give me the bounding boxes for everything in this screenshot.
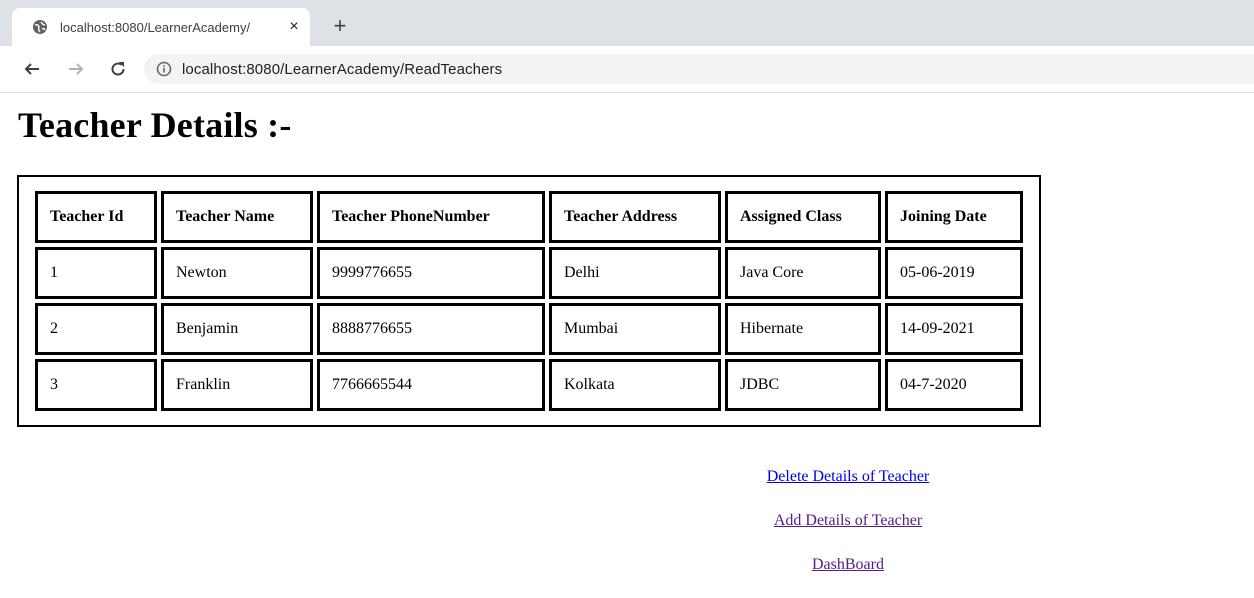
cell-teacher-id: 2 xyxy=(35,303,157,355)
back-arrow-icon[interactable] xyxy=(20,57,44,81)
new-tab-button[interactable]: + xyxy=(330,15,350,37)
table-row: 1 Newton 9999776655 Delhi Java Core 05-0… xyxy=(35,247,1023,299)
cell-teacher-address: Kolkata xyxy=(549,359,721,411)
cell-assigned-class: Java Core xyxy=(725,247,881,299)
reload-icon[interactable] xyxy=(106,57,130,81)
header-teacher-id: Teacher Id xyxy=(35,191,157,243)
cell-assigned-class: JDBC xyxy=(725,359,881,411)
action-links: Delete Details of Teacher Add Details of… xyxy=(680,466,1016,598)
add-teacher-link[interactable]: Add Details of Teacher xyxy=(680,510,1016,532)
cell-teacher-address: Delhi xyxy=(549,247,721,299)
delete-teacher-link[interactable]: Delete Details of Teacher xyxy=(680,466,1016,488)
address-bar[interactable]: localhost:8080/LearnerAcademy/ReadTeache… xyxy=(144,54,1254,84)
header-joining-date: Joining Date xyxy=(885,191,1023,243)
cell-teacher-id: 1 xyxy=(35,247,157,299)
page-title: Teacher Details :- xyxy=(18,105,292,145)
browser-toolbar: localhost:8080/LearnerAcademy/ReadTeache… xyxy=(0,46,1254,93)
header-teacher-phone: Teacher PhoneNumber xyxy=(317,191,545,243)
cell-teacher-name: Newton xyxy=(161,247,313,299)
dashboard-link[interactable]: DashBoard xyxy=(680,554,1016,576)
cell-joining-date: 04-7-2020 xyxy=(885,359,1023,411)
cell-teacher-address: Mumbai xyxy=(549,303,721,355)
header-assigned-class: Assigned Class xyxy=(725,191,881,243)
cell-teacher-name: Franklin xyxy=(161,359,313,411)
tab-title: localhost:8080/LearnerAcademy/ xyxy=(60,19,251,35)
info-icon[interactable] xyxy=(156,61,172,77)
tab-strip: localhost:8080/LearnerAcademy/ × + xyxy=(0,0,1254,46)
table-row: 2 Benjamin 8888776655 Mumbai Hibernate 1… xyxy=(35,303,1023,355)
table-header-row: Teacher Id Teacher Name Teacher PhoneNum… xyxy=(35,191,1023,243)
teacher-table: Teacher Id Teacher Name Teacher PhoneNum… xyxy=(17,175,1041,427)
header-teacher-address: Teacher Address xyxy=(549,191,721,243)
cell-assigned-class: Hibernate xyxy=(725,303,881,355)
url-text[interactable]: localhost:8080/LearnerAcademy/ReadTeache… xyxy=(182,61,502,78)
close-tab-icon[interactable]: × xyxy=(286,18,302,35)
globe-icon xyxy=(32,19,48,35)
cell-joining-date: 05-06-2019 xyxy=(885,247,1023,299)
forward-arrow-icon[interactable] xyxy=(64,57,88,81)
header-teacher-name: Teacher Name xyxy=(161,191,313,243)
browser-tab[interactable]: localhost:8080/LearnerAcademy/ × xyxy=(12,8,310,46)
cell-teacher-phone: 8888776655 xyxy=(317,303,545,355)
cell-joining-date: 14-09-2021 xyxy=(885,303,1023,355)
cell-teacher-phone: 9999776655 xyxy=(317,247,545,299)
cell-teacher-name: Benjamin xyxy=(161,303,313,355)
table-row: 3 Franklin 7766665544 Kolkata JDBC 04-7-… xyxy=(35,359,1023,411)
cell-teacher-phone: 7766665544 xyxy=(317,359,545,411)
cell-teacher-id: 3 xyxy=(35,359,157,411)
